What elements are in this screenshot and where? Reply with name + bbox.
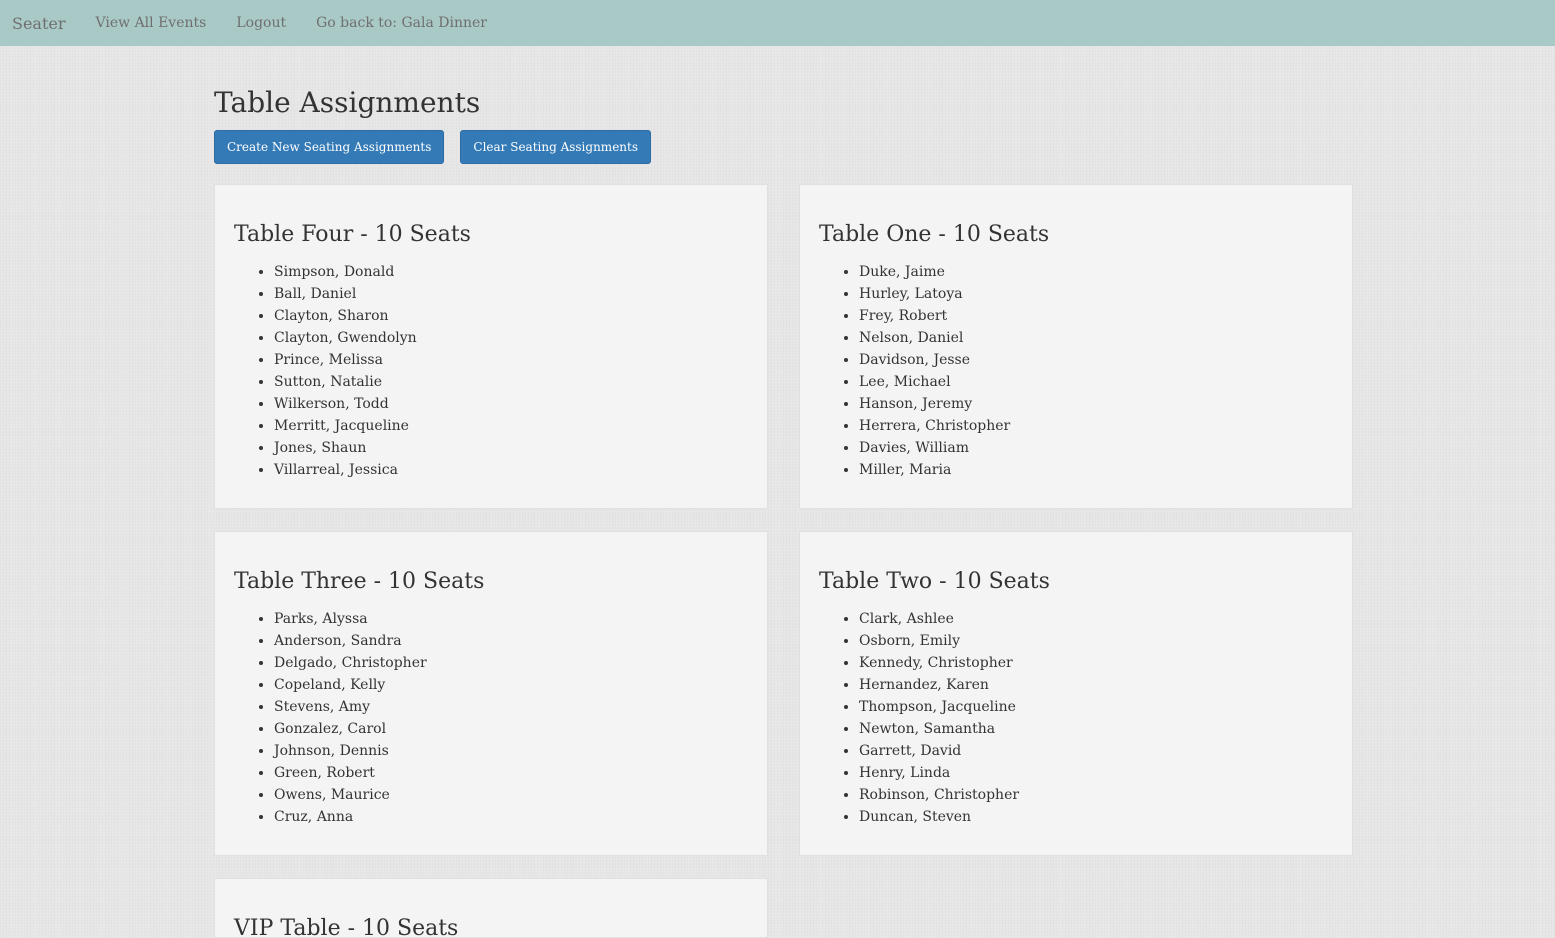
guest-item: Anderson, Sandra <box>274 630 748 652</box>
guest-item: Green, Robert <box>274 762 748 784</box>
table-title: VIP Table - 10 Seats <box>234 916 459 938</box>
guest-item: Garrett, David <box>859 740 1333 762</box>
guest-item: Hernandez, Karen <box>859 674 1333 696</box>
main-container: Table Assignments Create New Seating Ass… <box>214 46 1354 938</box>
guest-item: Clark, Ashlee <box>859 608 1333 630</box>
guest-item: Nelson, Daniel <box>859 327 1333 349</box>
guest-item: Duncan, Steven <box>859 806 1333 828</box>
guest-item: Kennedy, Christopher <box>859 652 1333 674</box>
guest-item: Lee, Michael <box>859 371 1333 393</box>
nav-link-logout[interactable]: Logout <box>236 15 286 31</box>
guest-item: Duke, Jaime <box>859 261 1333 283</box>
table-title: Table One - 10 Seats <box>819 222 1050 247</box>
table-panel: Table One - 10 Seats Duke, JaimeHurley, L… <box>799 184 1353 509</box>
table-title: Table Two - 10 Seats <box>819 569 1050 594</box>
brand-link[interactable]: Seater <box>12 14 66 33</box>
guest-item: Thompson, Jacqueline <box>859 696 1333 718</box>
table-panel: VIP Table - 10 Seats <box>214 878 768 938</box>
guest-item: Cruz, Anna <box>274 806 748 828</box>
guest-list: Parks, AlyssaAnderson, SandraDelgado, Ch… <box>234 608 748 828</box>
guest-item: Prince, Melissa <box>274 349 748 371</box>
guest-item: Herrera, Christopher <box>859 415 1333 437</box>
guest-item: Davies, William <box>859 437 1333 459</box>
guest-list: Simpson, DonaldBall, DanielClayton, Shar… <box>234 261 748 481</box>
guest-item: Newton, Samantha <box>859 718 1333 740</box>
create-seating-assignments-button[interactable]: Create New Seating Assignments <box>214 130 445 164</box>
nav-link-view-all-events[interactable]: View All Events <box>96 15 207 31</box>
top-navbar: Seater View All Events Logout Go back to… <box>0 0 1555 46</box>
guest-item: Hurley, Latoya <box>859 283 1333 305</box>
tables-grid: Table Four - 10 Seats Simpson, DonaldBall… <box>214 184 1354 938</box>
guest-item: Stevens, Amy <box>274 696 748 718</box>
clear-seating-assignments-button[interactable]: Clear Seating Assignments <box>460 130 651 164</box>
guest-item: Frey, Robert <box>859 305 1333 327</box>
guest-item: Gonzalez, Carol <box>274 718 748 740</box>
guest-item: Parks, Alyssa <box>274 608 748 630</box>
page-title: Table Assignments <box>214 86 481 119</box>
guest-item: Osborn, Emily <box>859 630 1333 652</box>
guest-item: Clayton, Gwendolyn <box>274 327 748 349</box>
table-panel: Table Three - 10 Seats Parks, AlyssaAnder… <box>214 531 768 856</box>
guest-item: Davidson, Jesse <box>859 349 1333 371</box>
guest-item: Wilkerson, Todd <box>274 393 748 415</box>
guest-item: Ball, Daniel <box>274 283 748 305</box>
guest-item: Copeland, Kelly <box>274 674 748 696</box>
guest-item: Clayton, Sharon <box>274 305 748 327</box>
guest-list: Duke, JaimeHurley, LatoyaFrey, RobertNel… <box>819 261 1333 481</box>
action-buttons: Create New Seating Assignments Clear Sea… <box>214 130 1354 164</box>
guest-item: Merritt, Jacqueline <box>274 415 748 437</box>
guest-item: Jones, Shaun <box>274 437 748 459</box>
guest-item: Johnson, Dennis <box>274 740 748 762</box>
guest-item: Delgado, Christopher <box>274 652 748 674</box>
guest-list: Clark, AshleeOsborn, EmilyKennedy, Chris… <box>819 608 1333 828</box>
nav-link-go-back[interactable]: Go back to: Gala Dinner <box>316 15 487 31</box>
guest-item: Henry, Linda <box>859 762 1333 784</box>
table-panel: Table Two - 10 Seats Clark, AshleeOsborn,… <box>799 531 1353 856</box>
guest-item: Simpson, Donald <box>274 261 748 283</box>
table-title: Table Four - 10 Seats <box>234 222 471 247</box>
guest-item: Villarreal, Jessica <box>274 459 748 481</box>
guest-item: Miller, Maria <box>859 459 1333 481</box>
guest-item: Robinson, Christopher <box>859 784 1333 806</box>
table-panel: Table Four - 10 Seats Simpson, DonaldBall… <box>214 184 768 509</box>
guest-item: Sutton, Natalie <box>274 371 748 393</box>
guest-item: Owens, Maurice <box>274 784 748 806</box>
table-title: Table Three - 10 Seats <box>234 569 485 594</box>
guest-item: Hanson, Jeremy <box>859 393 1333 415</box>
